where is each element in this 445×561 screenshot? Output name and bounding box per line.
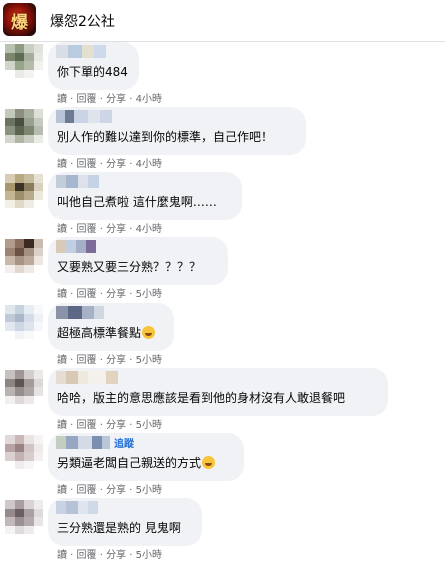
commenter-name-blurred[interactable] [56,371,118,384]
reply-link[interactable]: 回覆 [77,224,97,235]
comment-text: 另類逼老闆自己親送的方式 [57,454,216,471]
comment-text: 你下單的484 [57,65,128,79]
share-link[interactable]: 分享 [106,355,126,366]
group-logo[interactable]: 爆怨2 [3,3,36,36]
reply-link[interactable]: 回覆 [77,94,97,105]
comment-text: 叫他自己煮啦 這什麼鬼啊…… [57,195,217,209]
reply-link[interactable]: 回覆 [77,289,97,300]
comment-timestamp[interactable]: 5小時 [136,420,162,431]
read-link[interactable]: 讀 [57,94,67,105]
laughing-face-emoji [202,456,216,469]
commenter-name-blurred[interactable] [56,45,106,58]
avatar[interactable] [5,44,43,78]
share-link[interactable]: 分享 [106,550,126,561]
group-header: 爆怨2 爆怨2公社 [0,0,445,42]
avatar[interactable] [5,109,43,143]
reply-link[interactable]: 回覆 [77,159,97,170]
read-link[interactable]: 讀 [57,159,67,170]
commenter-name-blurred[interactable] [56,306,104,319]
comment-timestamp[interactable]: 5小時 [136,550,162,561]
comment-actions: 讀 · 回覆 · 分享 · 5小時 [57,420,163,431]
comment-timestamp[interactable]: 5小時 [136,485,162,496]
group-name[interactable]: 爆怨2公社 [50,11,115,31]
comment-text: 超極高標準餐點 [57,324,156,341]
avatar[interactable] [5,435,43,469]
comment-bubble: 超極高標準餐點 [48,303,174,351]
commenter-name-blurred[interactable] [56,501,98,514]
comment-timestamp[interactable]: 5小時 [136,355,162,366]
share-link[interactable]: 分享 [106,159,126,170]
reply-link[interactable]: 回覆 [77,550,97,561]
comment-bubble: 又要熟又要三分熟？？？？ [48,237,228,285]
reply-link[interactable]: 回覆 [77,485,97,496]
comment-actions: 讀 · 回覆 · 分享 · 5小時 [57,355,163,366]
read-link[interactable]: 讀 [57,550,67,561]
share-link[interactable]: 分享 [106,224,126,235]
read-link[interactable]: 讀 [57,355,67,366]
comment-actions: 讀 · 回覆 · 分享 · 4小時 [57,159,163,170]
comment-text: 三分熟還是熟的 見鬼啊 [57,521,181,535]
comment-actions: 讀 · 回覆 · 分享 · 5小時 [57,485,163,496]
comment-bubble: 哈哈，版主的意思應該是看到他的身材沒有人敢退餐吧 [48,368,388,416]
comment-actions: 讀 · 回覆 · 分享 · 4小時 [57,224,163,235]
commenter-name-blurred[interactable] [56,110,112,123]
read-link[interactable]: 讀 [57,289,67,300]
follow-link[interactable]: 追蹤 [114,435,134,450]
reply-link[interactable]: 回覆 [77,355,97,366]
comment-text: 又要熟又要三分熟？？？？ [57,260,202,274]
share-link[interactable]: 分享 [106,94,126,105]
comment-bubble: 別人作的難以達到你的標準，自己作吧！ [48,107,306,155]
share-link[interactable]: 分享 [106,289,126,300]
avatar[interactable] [5,174,43,208]
avatar[interactable] [5,305,43,339]
commenter-name-blurred[interactable] [56,436,110,449]
comment-timestamp[interactable]: 4小時 [136,224,162,235]
crying-face-emoji [142,326,156,339]
comment-timestamp[interactable]: 4小時 [136,159,162,170]
read-link[interactable]: 讀 [57,420,67,431]
comment-timestamp[interactable]: 5小時 [136,289,162,300]
reply-link[interactable]: 回覆 [77,420,97,431]
comment-actions: 讀 · 回覆 · 分享 · 4小時 [57,94,163,105]
comment-text: 哈哈，版主的意思應該是看到他的身材沒有人敢退餐吧 [57,391,346,405]
avatar[interactable] [5,370,43,404]
commenter-name-blurred[interactable] [56,240,96,253]
comment-actions: 讀 · 回覆 · 分享 · 5小時 [57,289,163,300]
commenter-name-blurred[interactable] [56,175,99,188]
comment-timestamp[interactable]: 4小時 [136,94,162,105]
read-link[interactable]: 讀 [57,485,67,496]
comment-bubble: 三分熟還是熟的 見鬼啊 [48,498,202,546]
avatar[interactable] [5,500,43,534]
share-link[interactable]: 分享 [106,485,126,496]
comment-bubble: 叫他自己煮啦 這什麼鬼啊…… [48,172,242,220]
comment-bubble: 追蹤 另類逼老闆自己親送的方式 [48,433,244,481]
comment-actions: 讀 · 回覆 · 分享 · 5小時 [57,550,163,561]
comment-bubble: 你下單的484 [48,42,139,90]
read-link[interactable]: 讀 [57,224,67,235]
avatar[interactable] [5,239,43,273]
comment-text: 別人作的難以達到你的標準，自己作吧！ [57,130,274,144]
share-link[interactable]: 分享 [106,420,126,431]
